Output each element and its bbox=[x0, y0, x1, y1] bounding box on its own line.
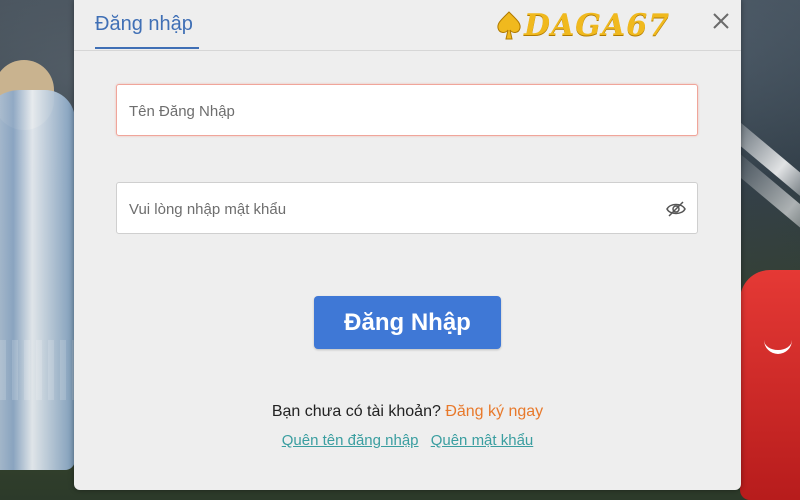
password-visibility-toggle[interactable] bbox=[665, 198, 687, 220]
close-icon bbox=[713, 13, 729, 29]
forgot-links: Quên tên đăng nhập Quên mật khẩu bbox=[74, 432, 741, 449]
logo-text: DAGA67 bbox=[524, 8, 670, 43]
background-player-left bbox=[0, 90, 75, 470]
signup-link[interactable]: Đăng ký ngay bbox=[445, 403, 543, 420]
login-dialog: Đăng nhập DAGA67 Đăng Nhập B bbox=[74, 0, 741, 490]
username-input[interactable] bbox=[127, 85, 661, 137]
brand-logo: DAGA67 bbox=[496, 8, 670, 43]
password-input[interactable] bbox=[127, 183, 661, 235]
no-account-text: Bạn chưa có tài khoản? bbox=[271, 403, 441, 420]
background-stadium bbox=[0, 340, 80, 400]
forgot-password-link[interactable]: Quên mật khẩu bbox=[431, 432, 534, 449]
eye-off-icon bbox=[666, 201, 686, 217]
login-submit-button[interactable]: Đăng Nhập bbox=[314, 296, 501, 349]
close-button[interactable] bbox=[710, 10, 732, 32]
dialog-header: Đăng nhập DAGA67 bbox=[74, 0, 741, 51]
spade-icon bbox=[497, 10, 521, 39]
tab-login[interactable]: Đăng nhập bbox=[95, 13, 199, 49]
password-field[interactable] bbox=[116, 182, 698, 235]
forgot-username-link[interactable]: Quên tên đăng nhập bbox=[282, 432, 419, 449]
username-field[interactable] bbox=[116, 84, 698, 137]
signup-prompt: Bạn chưa có tài khoản? Đăng ký ngay bbox=[74, 403, 741, 421]
background-player-right bbox=[740, 270, 800, 500]
